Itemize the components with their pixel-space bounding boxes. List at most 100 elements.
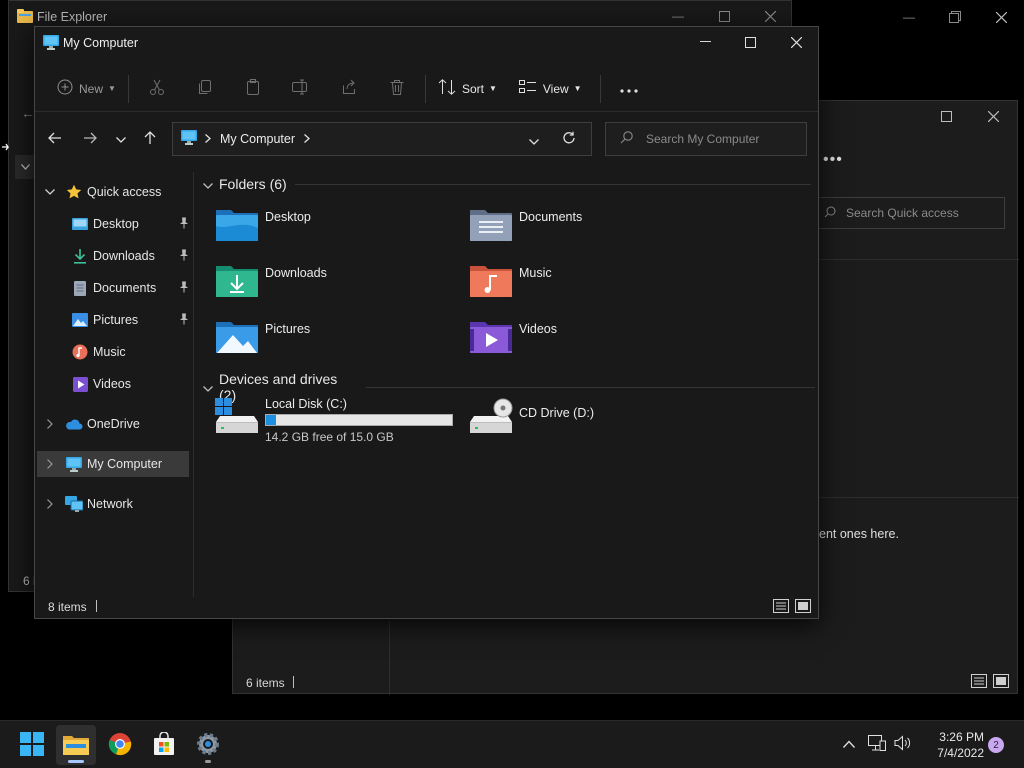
drive-usage-bar	[265, 414, 453, 426]
folder-tile-music[interactable]: Music	[469, 262, 719, 310]
view-chevron-icon: ▼	[573, 84, 582, 93]
back-button[interactable]	[41, 127, 69, 151]
taskbar-store[interactable]	[144, 725, 184, 765]
nav-downloads[interactable]: Downloads	[37, 243, 189, 269]
nav-onedrive[interactable]: OneDrive	[37, 411, 189, 437]
cloud-icon	[65, 415, 83, 433]
paste-button[interactable]	[229, 73, 277, 105]
delete-button[interactable]	[373, 73, 421, 105]
nav-quick-access[interactable]: Quick access	[37, 179, 189, 205]
folder-tile-downloads[interactable]: Downloads	[215, 262, 465, 310]
bg-title-icon	[17, 9, 33, 23]
sort-icon	[438, 79, 456, 98]
nav-desktop[interactable]: Desktop	[37, 211, 189, 237]
qa-more-icon[interactable]: •••	[823, 151, 843, 169]
expand-chevron-icon	[39, 499, 61, 509]
up-button[interactable]	[136, 127, 164, 151]
qa-empty-text: ent ones here.	[819, 527, 899, 541]
more-options-button[interactable]	[605, 73, 653, 105]
desktop-close-button[interactable]	[978, 2, 1024, 32]
view-icon	[518, 80, 537, 97]
refresh-button[interactable]	[562, 131, 576, 148]
sort-button[interactable]: Sort ▼	[430, 73, 505, 105]
pane-divider[interactable]	[193, 172, 194, 597]
pin-icon[interactable]	[179, 313, 189, 328]
share-button[interactable]	[325, 73, 373, 105]
details-view-icon[interactable]	[773, 599, 789, 616]
folder-tile-pictures[interactable]: Pictures	[215, 318, 465, 366]
desktop-minimize-button[interactable]: —	[886, 2, 932, 32]
qa-search-box[interactable]: Search Quick access	[813, 197, 1005, 229]
notification-badge[interactable]: 2	[988, 737, 1004, 753]
minimize-button[interactable]	[682, 27, 728, 57]
maximize-button[interactable]	[727, 27, 773, 57]
clock[interactable]: 3:26 PM 7/4/2022	[920, 729, 984, 761]
folder-tile-videos[interactable]: Videos	[469, 318, 719, 366]
start-button[interactable]	[12, 725, 52, 765]
file-explorer-icon	[63, 733, 89, 758]
search-box[interactable]: Search My Computer	[605, 122, 807, 156]
nav-my-computer[interactable]: My Computer	[37, 451, 189, 477]
taskbar-file-explorer[interactable]	[56, 725, 96, 765]
gear-icon	[196, 732, 220, 759]
share-icon	[341, 79, 357, 98]
taskbar-chrome[interactable]	[100, 725, 140, 765]
address-bar[interactable]: My Computer	[172, 122, 592, 156]
network-status-icon[interactable]	[868, 735, 886, 754]
music-folder-icon	[469, 262, 513, 306]
pin-icon[interactable]	[179, 249, 189, 264]
windows-logo-icon	[20, 731, 44, 759]
group-divider	[365, 386, 815, 388]
navigation-pane: Quick access Desktop Downloads Documents…	[35, 172, 193, 597]
nav-pictures[interactable]: Pictures	[37, 307, 189, 333]
folders-group-header[interactable]: Folders (6)	[203, 176, 811, 192]
taskbar: 3:26 PM 7/4/2022 2	[0, 720, 1024, 768]
pictures-folder-icon	[215, 318, 259, 362]
tiles-view-icon[interactable]	[795, 599, 811, 616]
pin-icon[interactable]	[179, 217, 189, 232]
taskbar-settings[interactable]	[188, 725, 228, 765]
show-hidden-icons-button[interactable]	[843, 737, 855, 751]
qa-maximize-button[interactable]	[923, 101, 969, 131]
desktop-folder-icon	[215, 206, 259, 250]
drive-usage-fill	[266, 415, 276, 425]
nav-videos[interactable]: Videos	[37, 371, 189, 397]
view-button[interactable]: View ▼	[511, 73, 590, 105]
qa-tiles-view-icon[interactable]	[993, 674, 1009, 691]
nav-music[interactable]: Music	[37, 339, 189, 365]
drive-tile-local-disk[interactable]: Local Disk (C:) 14.2 GB free of 15.0 GB	[215, 397, 465, 444]
forward-button[interactable]	[76, 127, 104, 151]
recent-locations-button[interactable]	[107, 127, 135, 151]
folder-name: Music	[519, 266, 552, 280]
bg-back-icon: ←	[21, 105, 35, 121]
folders-header-label: Folders (6)	[219, 176, 287, 192]
copy-button[interactable]	[181, 73, 229, 105]
folder-tile-desktop[interactable]: Desktop	[215, 206, 465, 254]
folder-tile-documents[interactable]: Documents	[469, 206, 719, 254]
group-divider	[294, 183, 811, 185]
qa-status-sep	[293, 676, 294, 688]
star-icon	[65, 183, 83, 201]
qa-close-button[interactable]	[970, 101, 1016, 131]
documents-folder-icon	[469, 206, 513, 250]
new-button[interactable]: New ▼	[49, 73, 124, 105]
download-icon	[71, 247, 89, 265]
qa-details-view-icon[interactable]	[971, 674, 987, 691]
pin-icon[interactable]	[179, 281, 189, 296]
toolbar-separator	[599, 74, 601, 103]
address-history-button[interactable]	[529, 134, 539, 148]
drive-tile-cd[interactable]: CD Drive (D:)	[469, 398, 719, 446]
desktop-restore-button[interactable]	[932, 2, 978, 32]
close-button[interactable]	[773, 27, 819, 57]
chevron-down-icon	[116, 132, 126, 146]
main-explorer-window[interactable]: My Computer New ▼ Sort ▼ View ▼ My Compu…	[34, 26, 819, 619]
cut-button[interactable]	[133, 73, 181, 105]
nav-network[interactable]: Network	[37, 491, 189, 517]
folder-name: Documents	[519, 210, 583, 224]
nav-documents[interactable]: Documents	[37, 275, 189, 301]
volume-icon[interactable]	[894, 735, 912, 754]
bg-expand-chevron-icon	[15, 155, 35, 179]
sort-chevron-icon: ▼	[488, 84, 497, 93]
rename-button[interactable]	[277, 73, 325, 105]
breadcrumb-my-computer[interactable]: My Computer	[220, 132, 295, 146]
